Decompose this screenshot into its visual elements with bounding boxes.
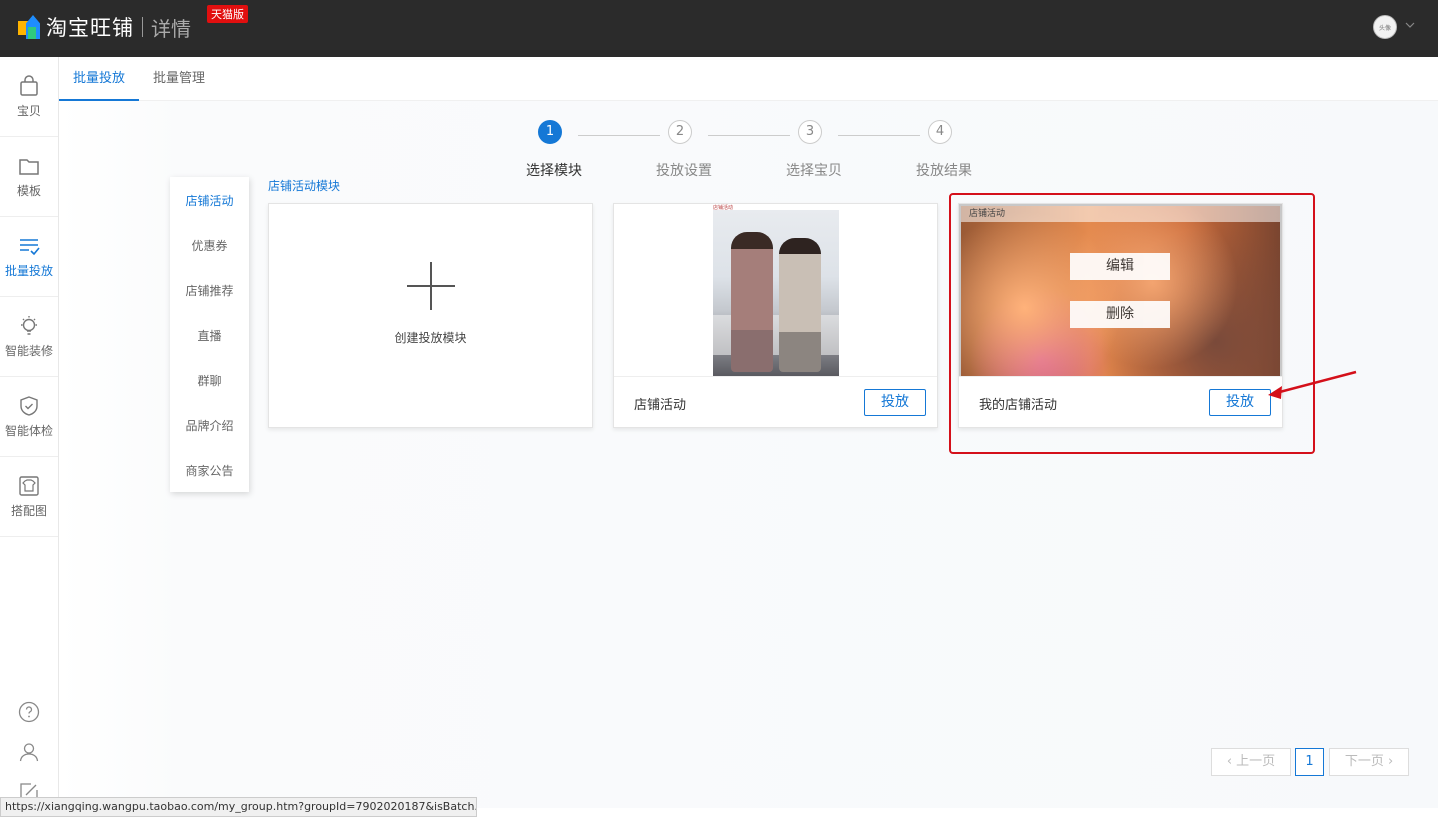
- nav-item-batch-deploy[interactable]: 批量投放: [0, 217, 58, 297]
- nav-label: 模板: [16, 184, 41, 198]
- prev-label: 上一页: [1236, 754, 1276, 769]
- lightbulb-icon: [21, 316, 37, 335]
- logo-subtitle: 详情: [151, 16, 191, 41]
- nav-item-smart-check[interactable]: 智能体检: [0, 377, 58, 457]
- logo-text: 淘宝旺铺: [46, 16, 134, 40]
- avatar-text: 头像: [1378, 24, 1391, 32]
- category-item-store-activity[interactable]: 店铺活动: [170, 192, 249, 209]
- chevron-left-icon: ‹: [1226, 754, 1237, 769]
- module-card: 店铺活动 店铺活动 投放: [613, 203, 938, 428]
- arrow-annotation-icon: [1268, 370, 1357, 399]
- step-connector: [708, 135, 790, 136]
- nav-label: 搭配图: [10, 504, 47, 518]
- module-thumbnail: 店铺活动: [614, 204, 937, 377]
- nav-item-smart-decor[interactable]: 智能装修: [0, 297, 58, 377]
- step-1-label: 选择模块: [526, 163, 582, 179]
- create-module-label: 创建投放模块: [394, 331, 467, 345]
- step-connector: [578, 135, 660, 136]
- user-icon[interactable]: [17, 740, 41, 764]
- top-bar: 淘宝旺铺 详情 天猫版 头像: [0, 0, 1438, 57]
- tab-bar: 批量投放 批量管理: [59, 57, 1438, 101]
- tab-batch-deploy[interactable]: 批量投放: [59, 57, 139, 101]
- nav-item-outfit[interactable]: 搭配图: [0, 457, 58, 537]
- category-item-brand-intro[interactable]: 品牌介绍: [170, 417, 249, 434]
- deploy-button[interactable]: 投放: [864, 389, 926, 416]
- logo-separator: [142, 17, 143, 37]
- step-2-label: 投放设置: [656, 163, 712, 179]
- step-connector: [838, 135, 920, 136]
- step-2-circle: 2: [668, 120, 692, 144]
- avatar[interactable]: 头像: [1373, 15, 1397, 39]
- page-number-current[interactable]: 1: [1295, 748, 1324, 776]
- shield-check-icon: [20, 396, 38, 416]
- highlight-annotation: [949, 193, 1315, 454]
- step-3-circle: 3: [798, 120, 822, 144]
- shirt-icon: [19, 476, 39, 496]
- category-item-coupon[interactable]: 优惠券: [170, 237, 249, 254]
- tab-batch-manage[interactable]: 批量管理: [139, 57, 219, 101]
- left-nav: 宝贝 模板 批量投放 智能装修 智能体检 搭配图: [0, 57, 59, 817]
- next-page-button[interactable]: 下一页 ›: [1329, 748, 1409, 776]
- plus-icon: [407, 262, 455, 310]
- module-title: 店铺活动: [634, 398, 687, 413]
- folder-icon: [19, 159, 39, 175]
- help-icon[interactable]: [17, 700, 41, 724]
- category-item-store-recommend[interactable]: 店铺推荐: [170, 282, 249, 299]
- tmall-badge: 天猫版: [207, 5, 248, 23]
- category-list: 店铺活动 优惠券 店铺推荐 直播 群聊 品牌介绍 商家公告: [170, 177, 249, 492]
- nav-label: 智能体检: [4, 424, 53, 438]
- nav-label: 宝贝: [16, 104, 41, 118]
- step-4-circle: 4: [928, 120, 952, 144]
- nav-label: 智能装修: [4, 344, 53, 358]
- bag-icon: [20, 75, 38, 96]
- next-label: 下一页: [1344, 754, 1384, 769]
- category-item-group-chat[interactable]: 群聊: [170, 372, 249, 389]
- nav-label: 批量投放: [4, 264, 53, 278]
- step-3-label: 选择宝贝: [786, 163, 842, 179]
- step-1-circle: 1: [538, 120, 562, 144]
- wangpu-logo-icon: [18, 15, 40, 39]
- status-bar-url: https://xiangqing.wangpu.taobao.com/my_g…: [0, 797, 477, 817]
- section-title: 店铺活动模块: [268, 179, 341, 193]
- logo[interactable]: 淘宝旺铺 详情: [18, 12, 191, 42]
- category-item-live[interactable]: 直播: [170, 327, 249, 344]
- prev-page-button[interactable]: ‹ 上一页: [1211, 748, 1291, 776]
- chevron-right-icon: ›: [1383, 754, 1394, 769]
- nav-item-template[interactable]: 模板: [0, 137, 58, 217]
- list-check-icon: [20, 239, 40, 256]
- chevron-down-icon[interactable]: [1405, 20, 1415, 30]
- module-photo: [713, 210, 839, 376]
- create-module-card[interactable]: 创建投放模块: [268, 203, 593, 428]
- nav-item-baobei[interactable]: 宝贝: [0, 57, 58, 137]
- step-4-label: 投放结果: [916, 163, 972, 179]
- category-item-notice[interactable]: 商家公告: [170, 462, 249, 479]
